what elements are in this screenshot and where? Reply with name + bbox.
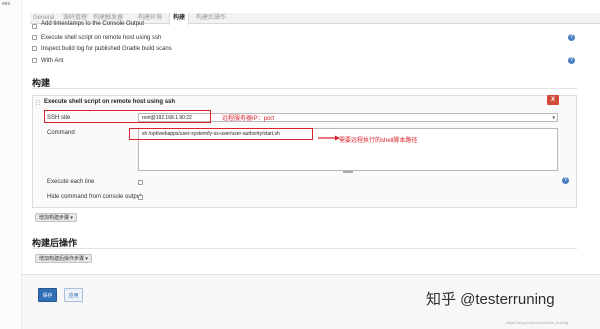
build-step-title: Execute shell script on remote host usin…	[44, 99, 176, 105]
env-option-label: Add timestamps to the Console Output	[41, 21, 145, 27]
checkbox[interactable]	[32, 24, 37, 29]
tab-post-build[interactable]: 构建后操作	[193, 13, 229, 24]
hide-command-checkbox[interactable]	[138, 195, 143, 200]
add-post-build-step-button[interactable]: 增加构建后操作步骤 ▾	[35, 254, 92, 263]
command-annotation-note: 需要远程执行的shell脚本路径	[339, 138, 418, 144]
drag-handle-icon[interactable]	[36, 100, 40, 105]
command-label: Command	[47, 130, 75, 136]
ssh-site-highlight	[44, 110, 211, 123]
help-icon[interactable]: ?	[568, 57, 575, 64]
window-title-fragment: ees	[2, 1, 11, 7]
checkbox[interactable]	[32, 35, 37, 40]
apply-button[interactable]: 应用	[64, 288, 83, 302]
env-option-label: Inspect build log for published Gradle b…	[41, 46, 172, 52]
annotation-arrow-icon	[318, 135, 340, 141]
env-option-label: Execute shell script on remote host usin…	[41, 35, 162, 41]
command-highlight	[129, 128, 313, 140]
ssh-annotation-note: 远程服务器IP：port	[222, 116, 275, 122]
section-divider	[32, 248, 577, 249]
execute-each-line-label: Execute each line	[47, 179, 95, 185]
left-gutter	[0, 0, 22, 329]
add-build-step-button[interactable]: 增加构建步骤 ▾	[35, 213, 77, 222]
section-divider	[32, 88, 577, 89]
hide-command-label: Hide command from console output	[47, 194, 142, 200]
help-icon[interactable]: ?	[562, 177, 569, 184]
zhihu-watermark: 知乎 @testerruning	[426, 291, 555, 308]
textarea-resize-handle[interactable]	[343, 171, 353, 173]
chevron-down-icon: ▾	[552, 115, 555, 121]
env-option-label: With Ant	[41, 58, 64, 64]
save-button[interactable]: 保存	[38, 288, 57, 302]
tab-build[interactable]: 构建	[169, 13, 190, 25]
execute-each-line-checkbox[interactable]	[138, 180, 143, 185]
help-icon[interactable]: ?	[568, 34, 575, 41]
delete-step-button[interactable]: X	[547, 95, 559, 105]
checkbox[interactable]	[32, 46, 37, 51]
checkbox[interactable]	[32, 58, 37, 63]
url-watermark: https://blog.csdn.net/weixin_testing	[506, 320, 569, 325]
